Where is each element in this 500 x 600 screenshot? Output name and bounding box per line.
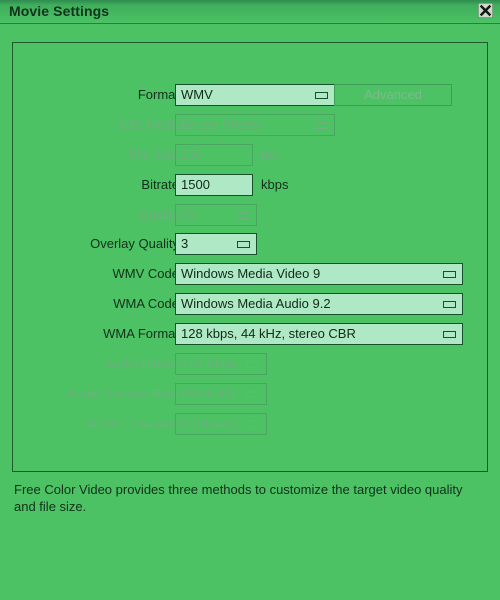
dropdown-marker-icon[interactable]: [237, 212, 250, 219]
value-quality: 25: [181, 207, 196, 222]
settings-group-panel: Format WMV Advanced Size Mode Bitrate Priori…: [12, 42, 488, 472]
value-overlay-quality: 3: [181, 236, 189, 251]
value-bitrate: 1500: [181, 177, 210, 192]
form-row-bitrate: Bitrate 1500 kbps: [13, 174, 489, 196]
window-title: Movie Settings: [9, 3, 110, 19]
form-row-format: Format WMV Advanced: [13, 84, 489, 106]
form-row-wma-code: WMA Code Windows Media Audio 9.2: [13, 293, 489, 315]
combobox-quality: 25: [175, 204, 257, 226]
value-size-mode: Bitrate Priority: [181, 117, 263, 132]
label-audio-channels: Audio Channels: [87, 416, 179, 431]
dropdown-marker-icon[interactable]: [443, 271, 456, 278]
form-row-quality: Quality 25: [13, 204, 489, 226]
value-wma-code: Windows Media Audio 9.2: [181, 296, 331, 311]
form-row-wmv-code: WMV Code Windows Media Video 9: [13, 263, 489, 285]
description-text: Free Color Video provides three methods …: [14, 482, 463, 514]
dropdown-marker-icon[interactable]: [247, 421, 260, 428]
label-quality: Quality: [138, 207, 179, 222]
dropdown-marker-icon[interactable]: [247, 391, 260, 398]
combobox-wma-format[interactable]: 128 kbps, 44 kHz, stereo CBR: [175, 323, 463, 345]
dropdown-marker-icon[interactable]: [247, 361, 260, 368]
label-overlay-quality: Overlay Quality: [90, 236, 179, 251]
value-format: WMV: [181, 87, 213, 102]
combobox-audio-channels: 2 (Stereo): [175, 413, 267, 435]
label-audio-bitrate: Audio Bitrate: [104, 356, 179, 371]
close-icon[interactable]: [477, 2, 494, 19]
label-format: Format: [137, 87, 179, 102]
unit-bitrate: kbps: [261, 177, 289, 192]
value-file-size: 100: [181, 147, 203, 162]
form-row-audio-sample-rate: Audio Sample Rate 48000 Hz: [13, 383, 489, 405]
value-audio-channels: 2 (Stereo): [181, 416, 239, 431]
label-wma-format: WMA Format: [103, 326, 179, 341]
dropdown-marker-icon[interactable]: [237, 241, 250, 248]
dropdown-marker-icon[interactable]: [315, 92, 328, 99]
label-file-size: File Size: [129, 147, 179, 162]
combobox-audio-bitrate: 128 Kbps: [175, 353, 267, 375]
dropdown-marker-icon[interactable]: [443, 301, 456, 308]
combobox-size-mode: Bitrate Priority: [175, 114, 335, 136]
combobox-wmv-code[interactable]: Windows Media Video 9: [175, 263, 463, 285]
form-row-size-mode: Size Mode Bitrate Priority: [13, 114, 489, 136]
label-wmv-code: WMV Code: [112, 266, 179, 281]
combobox-format[interactable]: WMV: [175, 84, 335, 106]
combobox-audio-sample-rate: 48000 Hz: [175, 383, 267, 405]
dropdown-marker-icon[interactable]: [315, 122, 328, 129]
textbox-bitrate[interactable]: 1500: [175, 174, 253, 196]
label-audio-sample-rate: Audio Sample Rate: [66, 386, 179, 401]
value-wma-format: 128 kbps, 44 kHz, stereo CBR: [181, 326, 356, 341]
label-bitrate: Bitrate: [141, 177, 179, 192]
label-wma-code: WMA Code: [113, 296, 179, 311]
window-titlebar: Movie Settings: [0, 0, 500, 24]
form-row-overlay-quality: Overlay Quality 3: [13, 233, 489, 255]
form-row-audio-channels: Audio Channels 2 (Stereo): [13, 413, 489, 435]
unit-file-size: mb: [261, 147, 280, 162]
form-row-wma-format: WMA Format 128 kbps, 44 kHz, stereo CBR: [13, 323, 489, 345]
dropdown-marker-icon[interactable]: [443, 331, 456, 338]
combobox-overlay-quality[interactable]: 3: [175, 233, 257, 255]
combobox-wma-code[interactable]: Windows Media Audio 9.2: [175, 293, 463, 315]
label-size-mode: Size Mode: [117, 117, 179, 132]
value-audio-bitrate: 128 Kbps: [181, 356, 236, 371]
form-row-audio-bitrate: Audio Bitrate 128 Kbps: [13, 353, 489, 375]
value-audio-sample-rate: 48000 Hz: [181, 386, 237, 401]
textbox-file-size: 100: [175, 144, 253, 166]
form-row-file-size: File Size 100 mb: [13, 144, 489, 166]
advanced-button: Advanced: [334, 84, 452, 106]
value-wmv-code: Windows Media Video 9: [181, 266, 321, 281]
